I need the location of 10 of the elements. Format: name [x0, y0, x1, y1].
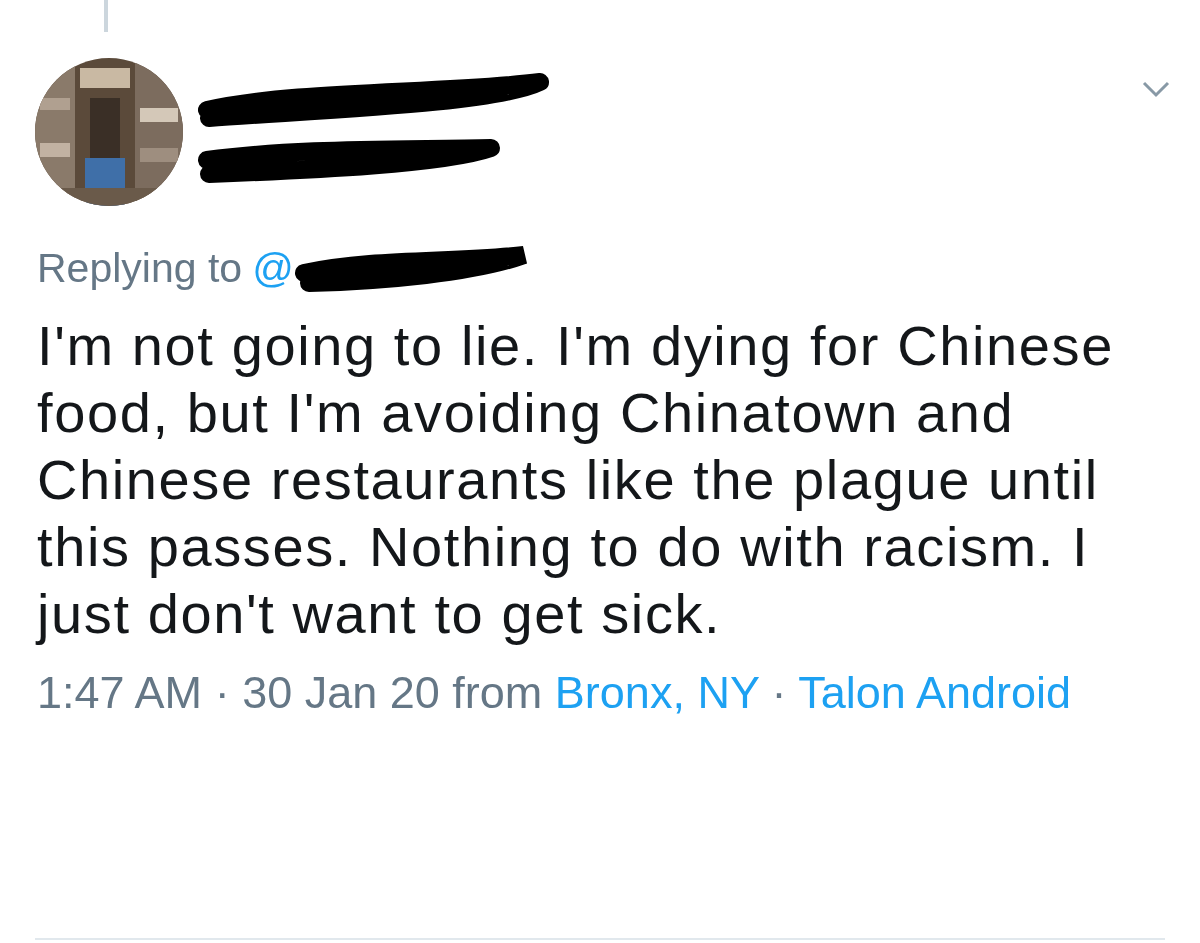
tweet-time: 1:47 AM	[37, 667, 203, 718]
location-link[interactable]: Bronx, NY	[554, 667, 760, 718]
tweet-date: 30 Jan 20 from	[242, 667, 543, 718]
separator-dot: ·	[214, 667, 230, 718]
handle-link[interactable]: @	[252, 244, 294, 292]
chevron-down-icon[interactable]	[1142, 80, 1170, 98]
client-link[interactable]: Talon Android	[798, 667, 1071, 718]
tweet-text: I'm not going to lie. I'm dying for Chinese food, but I'm avoiding Chinatown and Chinese restaurants like the plague until this passes. Nothing to do with racism. I just don't want to get sick.	[37, 313, 1115, 647]
replying-to-label: Replying to	[37, 244, 243, 292]
separator-dot: ·	[771, 667, 787, 718]
